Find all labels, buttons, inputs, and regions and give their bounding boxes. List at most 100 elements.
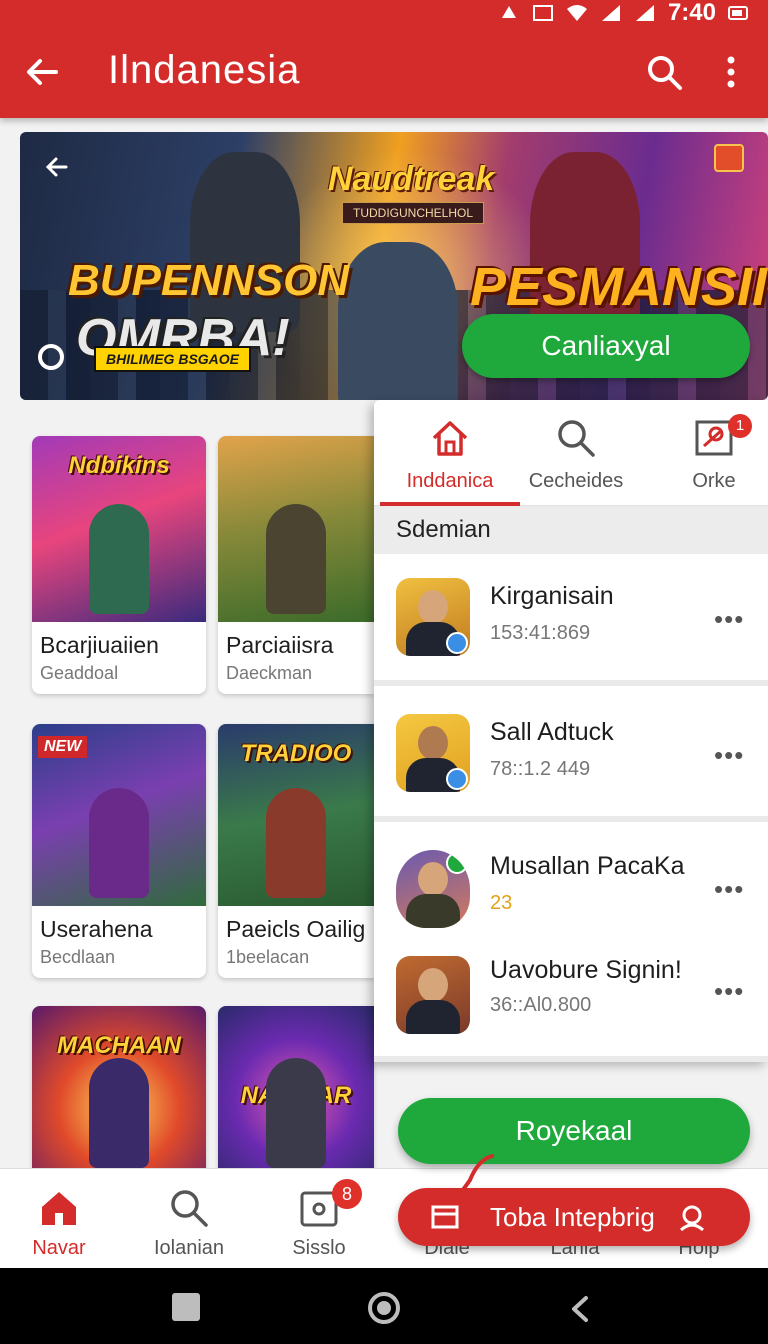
nav-home-label: Navar xyxy=(32,1237,86,1259)
banner-headline-sub: TUDDIGUNCHELHOL xyxy=(342,202,485,224)
nav-camera-label: Sisslo xyxy=(292,1237,346,1259)
avatar-head xyxy=(418,968,448,1002)
chat-item[interactable]: Uavobure Signin! 36::Al0.800 ••• xyxy=(374,932,768,1062)
status-time: 7:40 xyxy=(667,0,716,26)
game-poster: NEW xyxy=(32,724,206,906)
signal-icon xyxy=(601,5,620,21)
game-card[interactable]: TRADIOO Paeicls Oailig 1beelacan xyxy=(218,724,374,978)
status-bar: 7:40 xyxy=(498,0,750,26)
poster-title: MACHAAN xyxy=(57,1032,181,1059)
game-subtitle: 1beelacan xyxy=(226,947,310,967)
search-icon xyxy=(171,1190,208,1227)
wifi-icon xyxy=(566,5,587,21)
more-horiz-icon[interactable]: ••• xyxy=(714,976,744,1007)
panel-section-title: Sdemian xyxy=(374,506,768,554)
avatar-head xyxy=(418,862,448,896)
tab-home[interactable]: Inddanica xyxy=(380,400,520,506)
chat-item[interactable]: Kirganisain 153:41:869 ••• xyxy=(374,554,768,686)
promo-banner[interactable]: Naudtreak TUDDIGUNCHELHOL BUPENNSON OMRB… xyxy=(20,132,768,400)
screen: 7:40 Ilndanesia Naudtreak TUDDIGUNCHELHO… xyxy=(0,0,768,1344)
game-card[interactable]: MACHAAN xyxy=(32,1006,206,1176)
search-icon[interactable] xyxy=(644,52,684,92)
chat-name: Sall Adtuck xyxy=(490,718,614,746)
game-poster: MACHAAN xyxy=(32,1006,206,1176)
game-poster: TRADIOO xyxy=(218,724,374,906)
tab-search-label: Cecheides xyxy=(528,470,624,492)
nav-search[interactable]: Iolanian xyxy=(124,1169,254,1269)
poster-figure xyxy=(89,504,149,614)
game-name: Userahena xyxy=(40,916,153,942)
chat-item[interactable]: Musallan PacaKa 23 ••• xyxy=(374,824,768,932)
avatar xyxy=(396,578,470,656)
more-horiz-icon[interactable]: ••• xyxy=(714,874,744,905)
banner-soldier-left xyxy=(190,152,300,332)
chat-meta: 36::Al0.800 xyxy=(490,994,592,1016)
banner-left-line1: BUPENNSON xyxy=(68,256,350,305)
avatar-body xyxy=(406,894,460,928)
home-circle-icon[interactable] xyxy=(368,1292,400,1324)
nav-camera[interactable]: 8 Sisslo xyxy=(254,1169,384,1269)
chat-name: Kirganisain xyxy=(490,582,614,610)
notification-icon xyxy=(501,6,516,18)
game-card[interactable]: Ndbikins Bcarjiuaiien Geaddoal xyxy=(32,436,206,694)
tab-messages-label: Orke xyxy=(692,470,736,492)
red-action-label: Toba Intepbrig xyxy=(490,1201,655,1232)
chat-meta: 153:41:869 xyxy=(490,622,591,644)
avatar xyxy=(396,850,470,928)
recents-icon[interactable] xyxy=(172,1293,200,1321)
poster-figure xyxy=(266,788,326,898)
nav-home[interactable]: Navar xyxy=(0,1169,124,1269)
game-name: Paeicls Oailig xyxy=(226,916,366,942)
chat-meta: 78::1.2 449 xyxy=(490,758,591,780)
search-icon xyxy=(558,420,595,457)
back-arrow-icon[interactable] xyxy=(22,52,62,92)
banner-cta-button[interactable]: Canliaxyal xyxy=(462,314,750,378)
tab-home-label: Inddanica xyxy=(406,470,494,492)
banner-record-icon[interactable] xyxy=(38,344,64,370)
banner-right-title: PESMANSII xyxy=(470,257,768,317)
banner-gift-icon[interactable] xyxy=(714,144,744,172)
chat-item[interactable]: Sall Adtuck 78::1.2 449 ••• xyxy=(374,690,768,822)
battery-icon xyxy=(728,6,748,20)
game-poster xyxy=(218,436,374,622)
card-icon xyxy=(431,1205,459,1229)
avatar-body xyxy=(406,1000,460,1034)
game-card[interactable]: NEW Userahena Becdlaan xyxy=(32,724,206,978)
game-card[interactable]: Parciaiisra Daeckman xyxy=(218,436,374,694)
poster-figure xyxy=(266,504,326,614)
poster-figure xyxy=(89,1058,149,1168)
poster-title: TRADIOO xyxy=(240,740,352,767)
avatar-status-icon xyxy=(446,768,468,790)
game-card[interactable]: NANDIAR xyxy=(218,1006,374,1176)
settings-icon xyxy=(679,1205,704,1231)
poster-title: NEW xyxy=(38,736,88,758)
poster-title: Ndbikins xyxy=(68,452,170,479)
avatar xyxy=(396,956,470,1034)
tab-messages[interactable]: 1 Orke xyxy=(644,400,768,506)
home-icon xyxy=(42,1192,76,1225)
nav-camera-badge: 8 xyxy=(332,1179,362,1209)
game-subtitle: Geaddoal xyxy=(40,663,119,683)
system-nav-bar xyxy=(0,1268,768,1344)
banner-left-strip: BHILIMEG BSGAOE xyxy=(94,346,252,372)
home-icon xyxy=(432,421,468,456)
more-horiz-icon[interactable]: ••• xyxy=(714,740,744,771)
tab-messages-badge: 1 xyxy=(728,414,752,438)
game-subtitle: Daeckman xyxy=(226,663,313,683)
game-name: Bcarjiuaiien xyxy=(40,632,159,658)
banner-soldier-center xyxy=(338,242,458,400)
avatar-status-icon xyxy=(446,852,468,874)
avatar-head xyxy=(418,726,448,760)
chat-name: Musallan PacaKa xyxy=(490,852,685,880)
panel-tab-bar: Inddanica Cecheides 1 Orke xyxy=(374,400,768,506)
avatar xyxy=(396,714,470,792)
more-horiz-icon[interactable]: ••• xyxy=(714,604,744,635)
banner-back-arrow-icon[interactable] xyxy=(44,154,70,180)
cast-icon xyxy=(532,5,553,21)
system-back-icon[interactable] xyxy=(566,1294,596,1324)
red-action-button[interactable]: Toba Intepbrig xyxy=(398,1188,750,1246)
tab-search[interactable]: Cecheides xyxy=(506,400,646,506)
poster-figure xyxy=(266,1058,326,1168)
more-vert-icon[interactable] xyxy=(718,52,744,92)
banner-headline-top: Naudtreak xyxy=(328,160,495,198)
